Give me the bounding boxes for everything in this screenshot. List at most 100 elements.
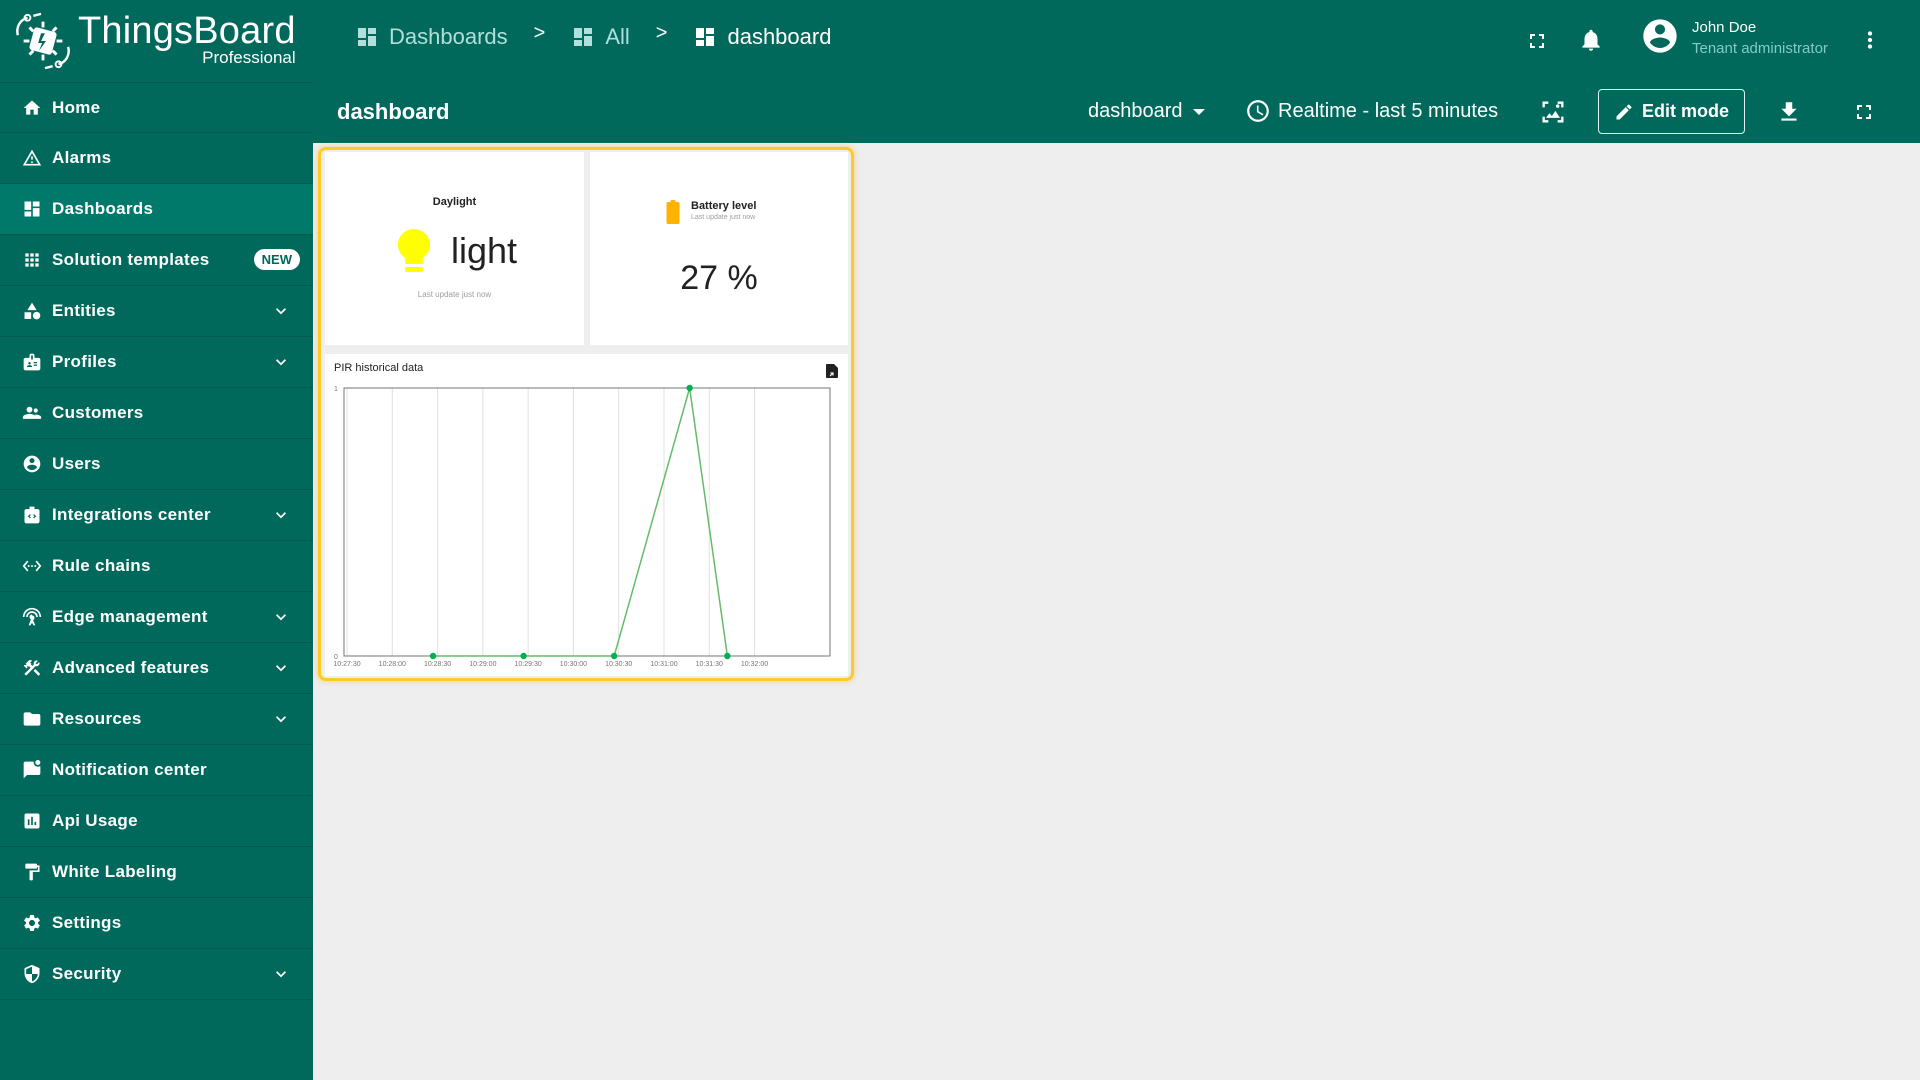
x-tick-label: 10:31:00: [650, 661, 677, 668]
logo-title: ThingsBoard: [78, 10, 296, 52]
folder-icon: [20, 707, 44, 731]
sidebar-item-label: Advanced features: [52, 658, 210, 677]
sidebar-item-users[interactable]: Users: [0, 439, 313, 490]
breadcrumb-label: All: [605, 24, 630, 49]
sidebar-item-security[interactable]: Security: [0, 949, 313, 1000]
battery-last-update: Last update just now: [691, 214, 756, 221]
sidebar-item-label: Solution templates: [52, 250, 210, 269]
x-tick-label: 10:28:00: [379, 661, 406, 668]
x-tick-label: 10:29:00: [469, 661, 496, 668]
chevron-down-icon[interactable]: [271, 709, 291, 729]
sidebar: ThingsBoard Professional Home Alarms Das…: [0, 0, 313, 1080]
bell-icon[interactable]: [1577, 26, 1605, 54]
battery-value: 27 %: [680, 259, 758, 297]
breadcrumb-label: dashboard: [727, 24, 832, 49]
sidebar-item-customers[interactable]: Customers: [0, 388, 313, 439]
x-tick-label: 10:31:30: [696, 661, 723, 668]
sidebar-item-dashboards[interactable]: Dashboards: [0, 184, 313, 235]
x-tick-label: 10:29:30: [515, 661, 542, 668]
dashboard-state-select[interactable]: dashboard: [1088, 100, 1205, 123]
sidebar-item-settings[interactable]: Settings: [0, 898, 313, 949]
new-badge: NEW: [253, 249, 300, 270]
data-point: [686, 384, 693, 392]
people-icon: [20, 401, 44, 425]
sidebar-item-resources[interactable]: Resources: [0, 694, 313, 745]
format-paint-icon: [20, 860, 44, 884]
logo[interactable]: ThingsBoard Professional: [0, 0, 313, 82]
sidebar-item-label: Resources: [52, 709, 142, 728]
sidebar-item-label: Entities: [52, 301, 116, 320]
sidebar-item-label: Dashboards: [52, 199, 154, 218]
construction-icon: [20, 656, 44, 680]
sidebar-item-rule-chains[interactable]: Rule chains: [0, 541, 313, 592]
insert-chart-icon: [20, 809, 44, 833]
apps-grid-icon: [20, 248, 44, 272]
fullscreen-icon[interactable]: [1850, 98, 1878, 126]
more-vert-icon[interactable]: [1856, 26, 1884, 54]
account-circle-icon: [1640, 16, 1680, 61]
sidebar-item-label: Alarms: [52, 148, 112, 167]
sidebar-item-profiles[interactable]: Profiles: [0, 337, 313, 388]
warning-icon: [20, 146, 44, 170]
x-tick-label: 10:28:30: [424, 661, 451, 668]
y-tick-label: 0: [334, 654, 338, 661]
download-icon[interactable]: [1775, 98, 1803, 126]
fullscreen-icon[interactable]: [1523, 27, 1551, 55]
sidebar-item-alarms[interactable]: Alarms: [0, 133, 313, 184]
sidebar-item-label: Users: [52, 454, 101, 473]
edit-mode-button[interactable]: Edit mode: [1598, 89, 1745, 134]
top-bar: Dashboards > All > dashboard John Doe Te…: [313, 0, 1920, 82]
daylight-widget[interactable]: Daylight light Last update just now: [325, 152, 584, 345]
dashboard-icon: [574, 28, 593, 46]
series-line: [433, 387, 729, 657]
sidebar-item-label: Profiles: [52, 352, 117, 371]
badge-icon: [20, 350, 44, 374]
integration-icon: [20, 503, 44, 527]
sidebar-item-edge-management[interactable]: Edge management: [0, 592, 313, 643]
x-tick-label: 10:32:00: [741, 661, 768, 668]
chevron-down-icon[interactable]: [271, 658, 291, 678]
user-menu[interactable]: John Doe Tenant administrator: [1640, 16, 1828, 61]
battery-widget[interactable]: Battery level Last update just now 27 %: [590, 152, 848, 345]
sidebar-item-white-labeling[interactable]: White Labeling: [0, 847, 313, 898]
sidebar-item-label: Rule chains: [52, 556, 151, 575]
caret-down-icon: [1192, 108, 1205, 115]
pir-chart-widget: PIR historical data 10:27:30 10:28:00 10:2…: [325, 354, 848, 676]
gear-icon: [20, 911, 44, 935]
dashboard-icon: [20, 197, 44, 221]
sidebar-item-integrations-center[interactable]: Integrations center: [0, 490, 313, 541]
dashboard-title: dashboard: [337, 99, 450, 124]
dashboard-icon: [358, 28, 376, 46]
chevron-down-icon[interactable]: [271, 352, 291, 372]
settings-ethernet-icon: [20, 554, 44, 578]
breadcrumb-dashboards[interactable]: Dashboards: [355, 24, 508, 50]
breadcrumb-all[interactable]: All: [571, 24, 630, 50]
dashboard-icon: [696, 28, 715, 46]
timewindow-button[interactable]: Realtime - last 5 minutes: [1245, 98, 1498, 124]
clock-icon: [1247, 100, 1269, 122]
chevron-down-icon[interactable]: [271, 505, 291, 525]
breadcrumb-label: Dashboards: [389, 24, 508, 49]
mark-chat-unread-icon: [20, 758, 44, 782]
data-point: [610, 652, 618, 660]
user-role: Tenant administrator: [1692, 39, 1828, 57]
pencil-icon: [1616, 103, 1632, 119]
daylight-title: Daylight: [432, 196, 477, 208]
sidebar-item-label: Notification center: [52, 760, 207, 779]
chevron-down-icon[interactable]: [271, 301, 291, 321]
sidebar-item-home[interactable]: Home: [0, 82, 313, 133]
dashboard-toolbar: dashboard dashboard Realtime - last 5 mi…: [313, 82, 1920, 143]
x-tick-label: 10:27:30: [333, 661, 360, 668]
chevron-down-icon[interactable]: [271, 607, 291, 627]
sidebar-item-label: Integrations center: [52, 505, 211, 524]
sidebar-item-entities[interactable]: Entities: [0, 286, 313, 337]
sidebar-item-api-usage[interactable]: Api Usage: [0, 796, 313, 847]
sidebar-item-solution-templates[interactable]: Solution templates NEW: [0, 235, 313, 286]
sidebar-item-advanced-features[interactable]: Advanced features: [0, 643, 313, 694]
battery-title: Battery level: [691, 200, 757, 212]
sidebar-item-label: White Labeling: [52, 862, 178, 881]
chevron-down-icon[interactable]: [271, 964, 291, 984]
image-export-icon[interactable]: [1539, 98, 1567, 126]
breadcrumb: Dashboards > All > dashboard: [355, 22, 832, 50]
sidebar-item-notification-center[interactable]: Notification center: [0, 745, 313, 796]
